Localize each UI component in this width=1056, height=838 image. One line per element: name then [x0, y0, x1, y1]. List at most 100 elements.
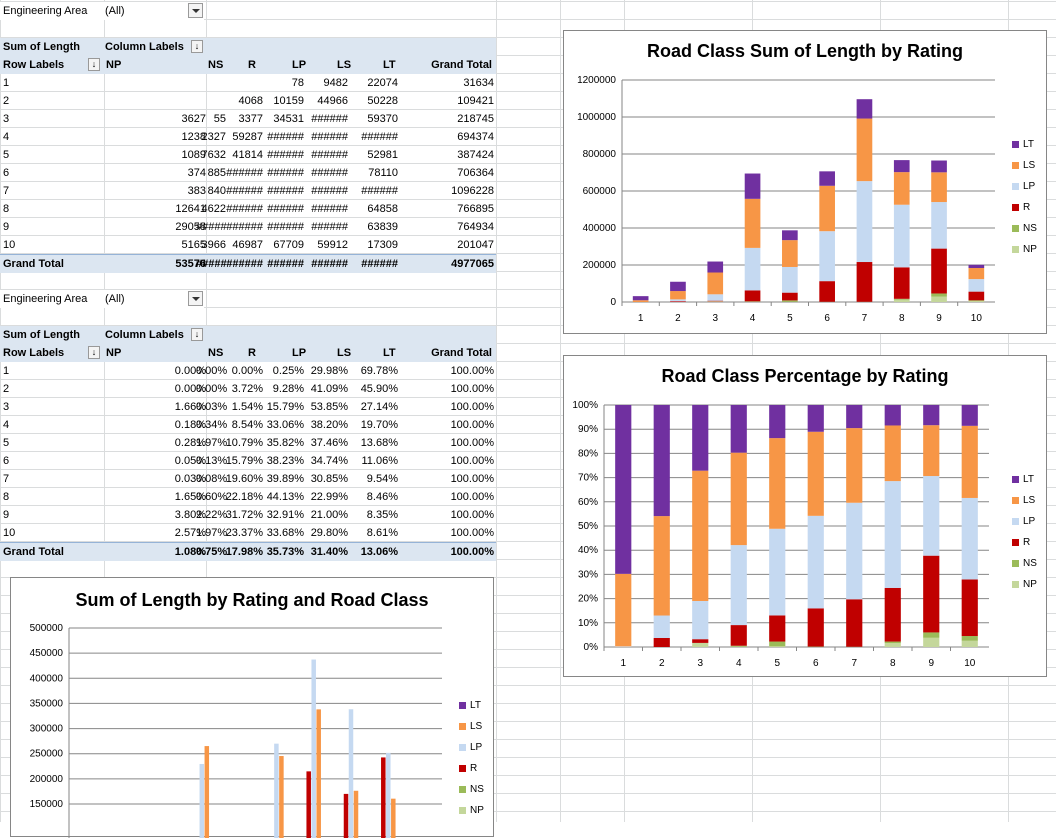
bar-ls[interactable]: [354, 791, 359, 838]
pivot-cell[interactable]: 8.54%: [223, 419, 263, 431]
bar-segment-r[interactable]: [894, 267, 910, 298]
bar-segment-np[interactable]: [692, 643, 708, 647]
pivot-cell[interactable]: 0.03%: [116, 473, 206, 485]
bar-ls[interactable]: [279, 756, 284, 838]
pivot-cell[interactable]: 5165: [116, 239, 206, 251]
bar-lp[interactable]: [200, 764, 205, 838]
bar-segment-lp[interactable]: [808, 516, 824, 609]
pivot-total-cell[interactable]: 100.00%: [404, 546, 494, 558]
bar-r[interactable]: [381, 757, 386, 838]
pivot-cell[interactable]: 840: [196, 185, 226, 197]
bar-segment-lt[interactable]: [894, 160, 910, 172]
pivot-cell[interactable]: 32.91%: [264, 509, 304, 521]
pivot-cell[interactable]: ######: [264, 131, 304, 143]
pivot-cell[interactable]: 100.00%: [404, 491, 494, 503]
pivot-total-cell[interactable]: 53576: [116, 258, 206, 270]
pivot-cell[interactable]: 383: [116, 185, 206, 197]
pivot-total-cell[interactable]: 17.98%: [223, 546, 263, 558]
filter-dropdown-button[interactable]: [188, 3, 203, 18]
pivot-cell[interactable]: 0.00%: [196, 383, 226, 395]
pivot-cell[interactable]: 44.13%: [264, 491, 304, 503]
bar-segment-lp[interactable]: [846, 503, 862, 600]
pivot-cell[interactable]: 387424: [404, 149, 494, 161]
chart-clustered[interactable]: Sum of Length by Rating and Road Class 1…: [10, 577, 494, 837]
pivot-total-cell[interactable]: 35.73%: [264, 546, 304, 558]
pivot-cell[interactable]: 0.00%: [223, 365, 263, 377]
bar-segment-lp[interactable]: [615, 646, 631, 647]
bar-lp[interactable]: [274, 744, 279, 838]
pivot-cell[interactable]: ######: [264, 167, 304, 179]
pivot-cell[interactable]: 10159: [264, 95, 304, 107]
pivot-cell[interactable]: 7632: [196, 149, 226, 161]
bar-segment-lt[interactable]: [808, 405, 824, 432]
bar-segment-r[interactable]: [707, 301, 723, 302]
bar-segment-ns[interactable]: [769, 642, 785, 647]
bar-segment-lt[interactable]: [769, 405, 785, 438]
bar-segment-ns[interactable]: [885, 642, 901, 643]
bar-segment-lt[interactable]: [615, 405, 631, 574]
pivot-total-cell[interactable]: #####: [196, 258, 226, 270]
bar-segment-ls[interactable]: [769, 438, 785, 529]
pivot-cell[interactable]: 10.79%: [223, 437, 263, 449]
pivot-cell[interactable]: 2.57%: [116, 527, 206, 539]
pivot-cell[interactable]: 19.70%: [350, 419, 398, 431]
pivot-cell[interactable]: 8.35%: [350, 509, 398, 521]
pivot-cell[interactable]: 27.14%: [350, 401, 398, 413]
pivot-cell[interactable]: 41.09%: [304, 383, 348, 395]
bar-segment-lt[interactable]: [931, 161, 947, 173]
bar-segment-ns[interactable]: [731, 646, 747, 647]
pivot-cell[interactable]: 9.54%: [350, 473, 398, 485]
pivot-cell[interactable]: ######: [223, 167, 263, 179]
pivot-cell[interactable]: 1.65%: [116, 491, 206, 503]
bar-segment-r[interactable]: [731, 625, 747, 646]
pivot-cell[interactable]: 3.80%: [116, 509, 206, 521]
pivot-cell[interactable]: 1.66%: [116, 401, 206, 413]
bar-segment-lt[interactable]: [731, 405, 747, 453]
pivot-cell[interactable]: 59287: [223, 131, 263, 143]
bar-segment-lp[interactable]: [731, 545, 747, 625]
pivot-cell[interactable]: 64858: [350, 203, 398, 215]
bar-segment-np[interactable]: [707, 301, 723, 302]
pivot-cell[interactable]: 29.98%: [304, 365, 348, 377]
pivot-cell[interactable]: 22.18%: [223, 491, 263, 503]
bar-segment-ls[interactable]: [923, 425, 939, 476]
pivot-cell[interactable]: 1089: [116, 149, 206, 161]
bar-segment-lp[interactable]: [692, 601, 708, 639]
pivot-cell[interactable]: 55: [196, 113, 226, 125]
pivot-cell[interactable]: 67709: [264, 239, 304, 251]
pivot-cell[interactable]: 4622: [196, 203, 226, 215]
pivot-cell[interactable]: 0.00%: [196, 365, 226, 377]
bar-segment-ls[interactable]: [885, 425, 901, 481]
bar-segment-ls[interactable]: [670, 291, 686, 299]
pivot-total-cell[interactable]: ######: [304, 258, 348, 270]
pivot-cell[interactable]: 29.80%: [304, 527, 348, 539]
pivot-cell[interactable]: ######: [264, 203, 304, 215]
pivot-cell[interactable]: 2.22%: [196, 509, 226, 521]
bar-segment-ls[interactable]: [654, 516, 670, 615]
bar-ls[interactable]: [391, 799, 396, 838]
pivot-total-cell[interactable]: ######: [264, 258, 304, 270]
pivot-cell[interactable]: 78110: [350, 167, 398, 179]
pivot-cell[interactable]: 35.82%: [264, 437, 304, 449]
pivot-total-cell[interactable]: 4977065: [404, 258, 494, 270]
pivot-cell[interactable]: 38.20%: [304, 419, 348, 431]
bar-segment-lt[interactable]: [654, 405, 670, 516]
bar-segment-r[interactable]: [670, 301, 686, 302]
pivot-cell[interactable]: 12641: [116, 203, 206, 215]
pivot-cell[interactable]: ######: [264, 149, 304, 161]
pivot-cell[interactable]: 0.08%: [196, 473, 226, 485]
pivot-cell[interactable]: ######: [264, 185, 304, 197]
bar-segment-np[interactable]: [923, 638, 939, 647]
pivot-cell[interactable]: ######: [350, 185, 398, 197]
bar-segment-ls[interactable]: [846, 428, 862, 503]
pivot-cell[interactable]: 46987: [223, 239, 263, 251]
bar-r[interactable]: [344, 794, 349, 838]
pivot-cell[interactable]: 3627: [116, 113, 206, 125]
pivot-cell[interactable]: 31.72%: [223, 509, 263, 521]
bar-segment-lt[interactable]: [692, 405, 708, 471]
bar-segment-lp[interactable]: [782, 267, 798, 293]
bar-segment-ls[interactable]: [745, 199, 761, 248]
pivot-cell[interactable]: 694374: [404, 131, 494, 143]
pivot-cell[interactable]: ######: [304, 221, 348, 233]
pivot-cell[interactable]: 1096228: [404, 185, 494, 197]
